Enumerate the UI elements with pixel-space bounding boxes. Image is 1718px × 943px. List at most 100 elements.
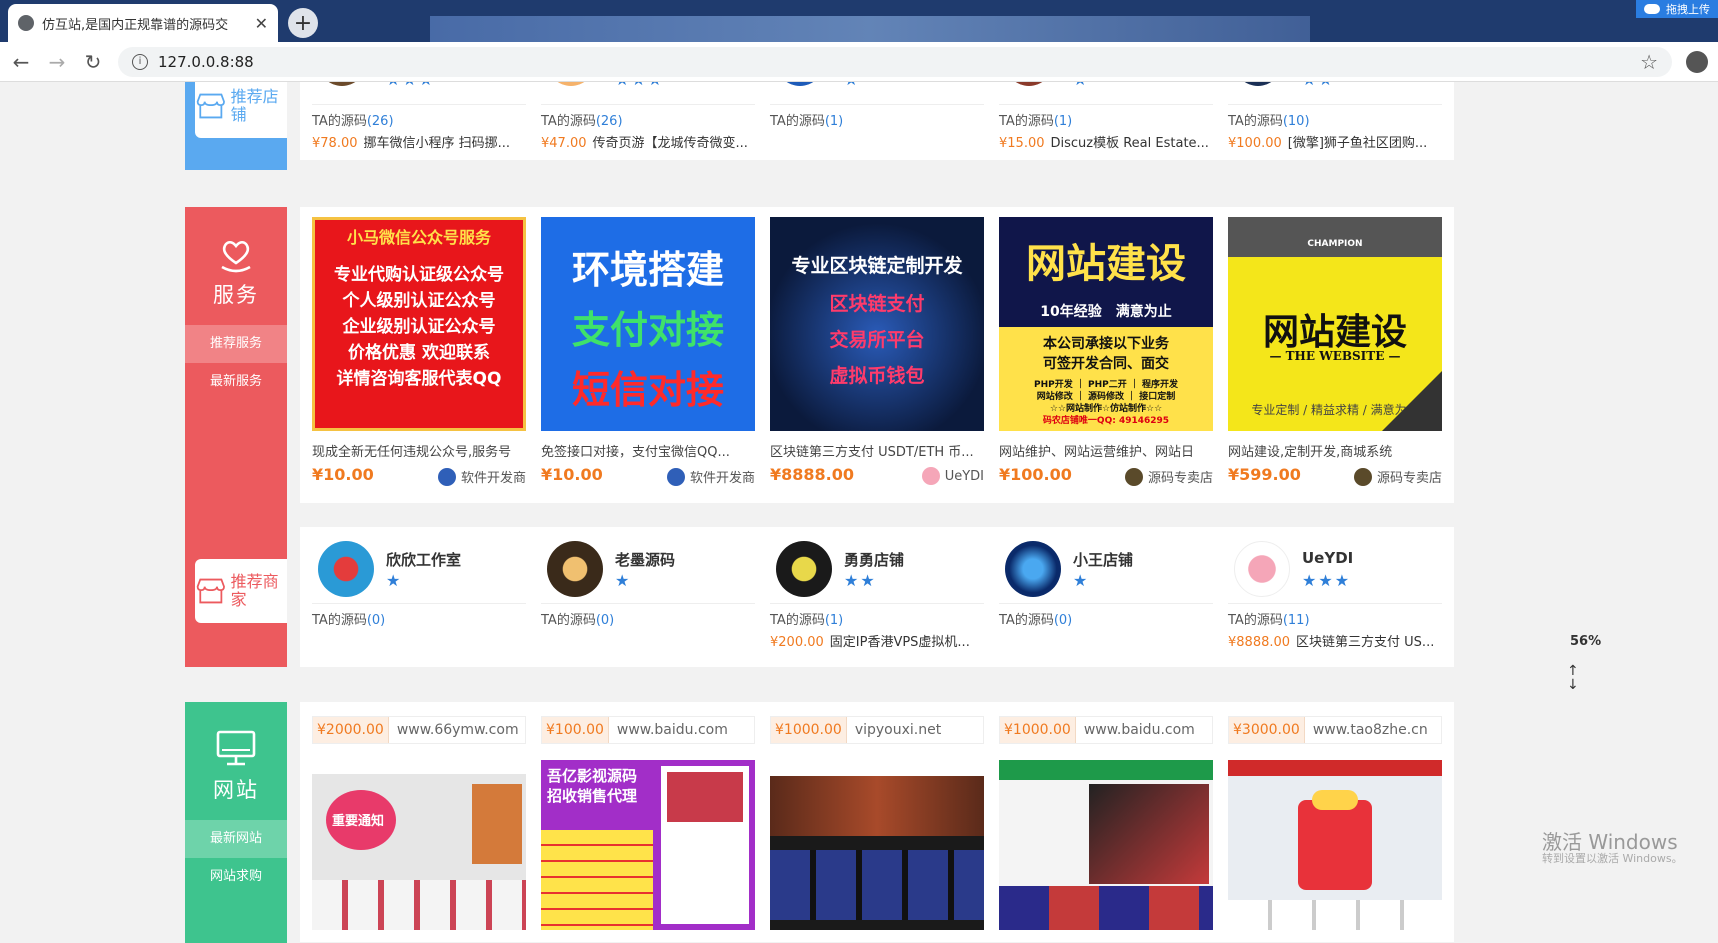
source-count[interactable]: TA的源码(26) <box>541 110 623 129</box>
website-card[interactable]: ¥2000.00 www.66ymw.com 重要通知 <box>300 702 538 942</box>
product-image[interactable]: 小马微信公众号服务 专业代购认证级公众号 个人级别认证公众号 企业级别认证公众号… <box>312 217 526 431</box>
shop-name[interactable]: UeYDI <box>1302 549 1353 567</box>
product-description[interactable]: 网站维护、网站运营维护、网站日 <box>999 441 1213 460</box>
reload-icon[interactable]: ↻ <box>82 50 104 74</box>
latest-websites-link[interactable]: 最新网站 <box>185 820 287 858</box>
shop-name[interactable]: 勇勇店铺 <box>844 549 904 570</box>
shop-card[interactable]: 欣欣工作室 ★ TA的源码(0) <box>300 527 538 667</box>
source-count[interactable]: TA的源码(1) <box>770 110 843 129</box>
website-screenshot[interactable]: 重要通知 <box>312 760 526 930</box>
website-card[interactable]: ¥3000.00 www.tao8zhe.cn <box>1216 702 1454 942</box>
website-screenshot[interactable] <box>770 760 984 930</box>
product-description[interactable]: 网站建设,定制开发,商城系统 <box>1228 441 1442 460</box>
website-header[interactable]: ¥2000.00 www.66ymw.com <box>312 716 526 744</box>
product-description[interactable]: 现成全新无任何违规公众号,服务号 <box>312 441 526 460</box>
account-icon[interactable] <box>1686 50 1708 73</box>
source-count[interactable]: TA的源码(11) <box>1228 609 1310 628</box>
scroll-arrows[interactable]: ↑ ↓ <box>1567 664 1579 692</box>
seller-link[interactable]: 源码专卖店 <box>1124 467 1213 486</box>
product-image[interactable]: CHAMPION 网站建设 — THE WEBSITE — 专业定制 / 精益求… <box>1228 217 1442 431</box>
product-image[interactable]: 环境搭建 支付对接 短信对接 <box>541 217 755 431</box>
store-card[interactable]: ★★★ TA的源码(26) ¥47.00传奇页游【龙城传奇微变... <box>529 82 767 160</box>
store-avatar <box>1234 82 1282 86</box>
website-header[interactable]: ¥3000.00 www.tao8zhe.cn <box>1228 716 1442 744</box>
rating-stars: ★ <box>615 571 632 590</box>
product-description[interactable]: 免签接口对接，支付宝微信QQ... <box>541 441 755 460</box>
store-card[interactable]: ★ TA的源码(1) ¥15.00Discuz模板 Real Estate... <box>987 82 1225 160</box>
latest-product[interactable] <box>999 631 1213 646</box>
website-screenshot[interactable]: 吾亿影视源码 招收销售代理 <box>541 760 755 930</box>
seller-link[interactable]: UeYDI <box>921 467 984 485</box>
seller-avatar <box>1353 467 1372 486</box>
shop-logo[interactable] <box>1005 541 1061 597</box>
website-wanted-link[interactable]: 网站求购 <box>185 858 287 896</box>
latest-product[interactable] <box>312 631 526 646</box>
latest-product[interactable]: ¥78.00 挪车微信小程序 扫码挪... <box>312 132 526 151</box>
website-card[interactable]: ¥1000.00 vipyouxi.net <box>758 702 996 942</box>
new-tab-button[interactable]: + <box>288 8 318 38</box>
website-header[interactable]: ¥1000.00 www.baidu.com <box>999 716 1213 744</box>
service-product-card[interactable]: 环境搭建 支付对接 短信对接 免签接口对接，支付宝微信QQ... ¥10.00 … <box>529 207 767 503</box>
shop-name[interactable]: 欣欣工作室 <box>386 549 461 570</box>
latest-product[interactable]: ¥47.00 传奇页游【龙城传奇微变... <box>541 132 755 151</box>
seller-link[interactable]: 源码专卖店 <box>1353 467 1442 486</box>
seller-link[interactable]: 软件开发商 <box>437 467 526 486</box>
rating-stars: ★★★ <box>615 82 664 89</box>
source-count[interactable]: TA的源码(1) <box>770 609 843 628</box>
source-count[interactable]: TA的源码(26) <box>312 110 394 129</box>
info-icon[interactable]: i <box>132 53 148 70</box>
latest-product[interactable] <box>770 132 984 147</box>
product-description[interactable]: 区块链第三方支付 USDT/ETH 币... <box>770 441 984 460</box>
shop-logo[interactable] <box>547 541 603 597</box>
product-image[interactable]: 网站建设 10年经验 满意为止 本公司承接以下业务 可签开发合同、面交 PHP开… <box>999 217 1213 431</box>
address-bar[interactable]: i 127.0.0.8:88 ☆ <box>118 46 1672 77</box>
source-count[interactable]: TA的源码(0) <box>999 609 1072 628</box>
seller-link[interactable]: 软件开发商 <box>666 467 755 486</box>
shop-name[interactable]: 小王店铺 <box>1073 549 1133 570</box>
product-image[interactable]: 专业区块链定制开发 区块链支付 交易所平台 虚拟币钱包 <box>770 217 984 431</box>
website-card[interactable]: ¥100.00 www.baidu.com 吾亿影视源码 招收销售代理 <box>529 702 767 942</box>
recommended-stores-tag[interactable]: 推荐店铺 <box>195 82 287 138</box>
service-product-card[interactable]: 小马微信公众号服务 专业代购认证级公众号 个人级别认证公众号 企业级别认证公众号… <box>300 207 538 503</box>
latest-product[interactable]: ¥8888.00 区块链第三方支付 US... <box>1228 631 1442 650</box>
website-header[interactable]: ¥100.00 www.baidu.com <box>541 716 755 744</box>
shop-card[interactable]: 老墨源码 ★ TA的源码(0) <box>529 527 767 667</box>
source-count[interactable]: TA的源码(0) <box>541 609 614 628</box>
service-product-card[interactable]: CHAMPION 网站建设 — THE WEBSITE — 专业定制 / 精益求… <box>1216 207 1454 503</box>
forward-icon[interactable]: → <box>46 50 68 74</box>
store-card[interactable]: ★★ TA的源码(10) ¥100.00[微擎]狮子鱼社区团购... <box>1216 82 1454 160</box>
service-product-card[interactable]: 网站建设 10年经验 满意为止 本公司承接以下业务 可签开发合同、面交 PHP开… <box>987 207 1225 503</box>
shop-logo[interactable] <box>318 541 374 597</box>
shop-card[interactable]: 小王店铺 ★ TA的源码(0) <box>987 527 1225 667</box>
recommended-merchants-tag[interactable]: 推荐商家 <box>195 559 287 623</box>
latest-product[interactable] <box>541 631 755 646</box>
shop-logo[interactable] <box>1234 541 1290 597</box>
source-count[interactable]: TA的源码(0) <box>312 609 385 628</box>
rating-stars: ★ <box>844 82 860 89</box>
recommended-services-link[interactable]: 推荐服务 <box>185 325 287 363</box>
source-count[interactable]: TA的源码(10) <box>1228 110 1310 129</box>
shop-card[interactable]: 勇勇店铺 ★★ TA的源码(1) ¥200.00 固定IP香港VPS虚拟机... <box>758 527 996 667</box>
website-header[interactable]: ¥1000.00 vipyouxi.net <box>770 716 984 744</box>
latest-product[interactable]: ¥100.00 [微擎]狮子鱼社区团购... <box>1228 132 1442 151</box>
shop-card[interactable]: UeYDI ★★★ TA的源码(11) ¥8888.00 区块链第三方支付 US.… <box>1216 527 1454 667</box>
latest-product[interactable]: ¥200.00 固定IP香港VPS虚拟机... <box>770 631 984 650</box>
rating-stars: ★ <box>1073 571 1090 590</box>
shop-name[interactable]: 老墨源码 <box>615 549 675 570</box>
source-count[interactable]: TA的源码(1) <box>999 110 1072 129</box>
back-icon[interactable]: ← <box>10 50 32 74</box>
store-card[interactable]: ★★★ TA的源码(26) ¥78.00挪车微信小程序 扫码挪... <box>300 82 538 160</box>
upload-badge[interactable]: 拖拽上传 <box>1636 0 1718 18</box>
store-card[interactable]: ★ TA的源码(1) <box>758 82 996 160</box>
website-card[interactable]: ¥1000.00 www.baidu.com <box>987 702 1225 942</box>
browser-tab[interactable]: 仿互站,是国内正规靠谱的源码交 ✕ <box>8 4 278 42</box>
latest-product[interactable]: ¥15.00 Discuz模板 Real Estate... <box>999 132 1213 151</box>
bookmark-star-icon[interactable]: ☆ <box>1640 50 1658 74</box>
shop-logo[interactable] <box>776 541 832 597</box>
upload-label: 拖拽上传 <box>1666 3 1710 16</box>
website-screenshot[interactable] <box>1228 760 1442 930</box>
latest-services-link[interactable]: 最新服务 <box>185 363 287 401</box>
website-screenshot[interactable] <box>999 760 1213 930</box>
close-icon[interactable]: ✕ <box>255 14 268 33</box>
service-product-card[interactable]: 专业区块链定制开发 区块链支付 交易所平台 虚拟币钱包 区块链第三方支付 USD… <box>758 207 996 503</box>
